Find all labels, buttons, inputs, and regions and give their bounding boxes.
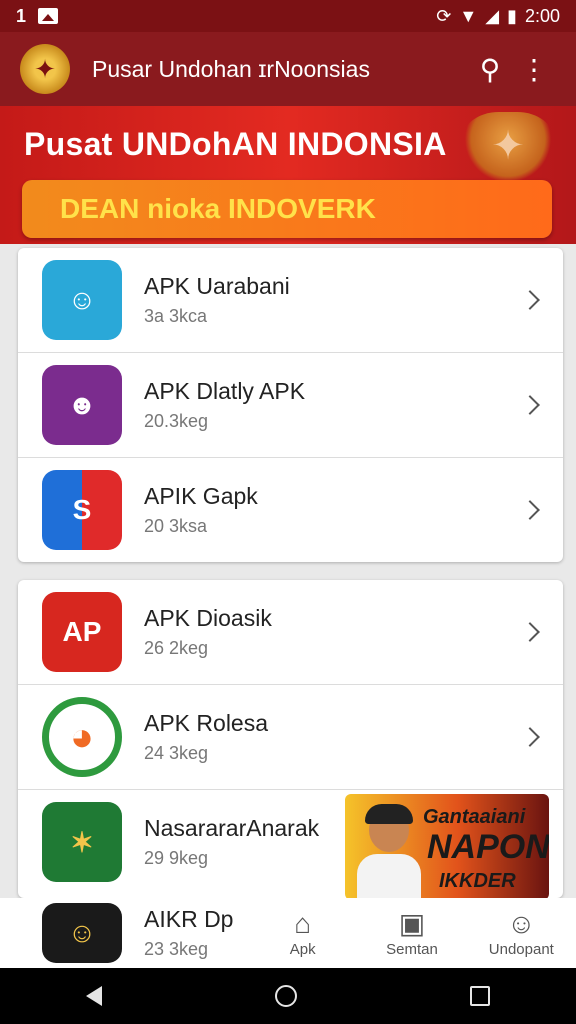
rotate-icon: ⟳ <box>436 5 452 26</box>
nav-label: Semtan <box>386 940 438 958</box>
list-item[interactable]: ◕ APK Rolesa 24 3keg <box>18 685 563 790</box>
garuda-logo: ✦ <box>20 44 70 94</box>
nav-label: Undopant <box>488 940 554 958</box>
app-name: APK Rolesa <box>144 710 269 736</box>
list-item[interactable]: AP APK Dioasik 26 2keg <box>18 580 563 685</box>
app-bar: ✦ Pusar Undohan ɪrNoonsias ⚲ ⋮ <box>0 32 576 106</box>
app-name: APK Dlatly APK <box>144 378 306 404</box>
garuda-emblem-icon: ✦ <box>462 112 554 180</box>
app-icon: ✶ <box>42 802 122 882</box>
banner-button[interactable]: DEAN nioka INDOVERK <box>22 180 552 238</box>
list-item-text: APK Uarabani 3a 3kca <box>144 273 523 327</box>
status-left: 1 <box>16 5 59 27</box>
more-vert-icon[interactable]: ⋮ <box>512 47 556 91</box>
chevron-right-icon <box>520 395 540 415</box>
ad-person-body <box>357 854 421 898</box>
list-item-text: APIK Gapk 20 3ksa <box>144 483 523 537</box>
ad-person-hair <box>365 804 413 824</box>
user-icon: ☺ <box>507 907 536 939</box>
hero-banner: Pusat UNDohAN INDONSIA ✦ DEAN nioka INDO… <box>0 106 576 244</box>
app-icon: ◕ <box>42 697 122 777</box>
app-icon: ☺ <box>42 903 122 963</box>
image-icon <box>38 8 59 24</box>
nav-label: Apk <box>289 940 316 958</box>
wifi-icon: ▼ <box>459 5 478 26</box>
recents-icon[interactable] <box>469 986 490 1006</box>
app-list-card-1: ☺ APK Uarabani 3a 3kca ☻ APK Dlatly APK … <box>18 248 563 562</box>
bag-icon: ⌂ <box>294 907 312 939</box>
app-name: APIK Gapk <box>144 483 258 509</box>
list-item[interactable]: ☻ APK Dlatly APK 20.3keg <box>18 353 563 458</box>
app-size: 20 3ksa <box>144 516 208 536</box>
search-icon[interactable]: ⚲ <box>468 47 512 91</box>
status-left-text: 1 <box>16 5 27 26</box>
app-icon: ☺ <box>42 260 122 340</box>
chevron-right-icon <box>520 500 540 520</box>
ad-person-illustration <box>351 804 425 898</box>
ad-banner[interactable]: Gantaaiani NAPON IKKDER <box>345 794 549 898</box>
list-item[interactable]: ☺ AIKR Dp 23 3keg <box>18 898 268 968</box>
app-icon: S <box>42 470 122 550</box>
battery-icon: ▮ <box>507 5 517 26</box>
nav-tab-apk[interactable]: ⌂ Apk <box>248 898 357 968</box>
app-name: APK Uarabani <box>144 273 290 299</box>
chevron-right-icon <box>520 622 540 642</box>
bottom-nav: ☺ AIKR Dp 23 3keg ⌂ Apk ▣ Semtan ☺ Undop… <box>0 898 576 968</box>
nav-tab-undopant[interactable]: ☺ Undopant <box>467 898 576 968</box>
list-item-text: APK Dioasik 26 2keg <box>144 605 523 659</box>
app-name: APK Dioasik <box>144 605 272 631</box>
store-icon: ▣ <box>398 907 426 939</box>
list-item-text: APK Rolesa 24 3keg <box>144 710 523 764</box>
app-icon: AP <box>42 592 122 672</box>
app-size: 24 3keg <box>144 743 209 763</box>
status-bar: 1 ⟳ ▼ ◢ ▮ 2:00 <box>0 0 576 32</box>
status-right: ⟳ ▼ ◢ ▮ 2:00 <box>436 6 560 27</box>
app-icon: ☻ <box>42 365 122 445</box>
ad-line-1: Gantaaiani <box>423 806 526 828</box>
ad-line-2: NAPON <box>427 828 549 866</box>
app-size: 3a 3kca <box>144 306 208 326</box>
list-item[interactable]: ✶ NasarararAnarak 29 9keg Gantaaiani NAP… <box>18 790 563 898</box>
list-item[interactable]: S APIK Gapk 20 3ksa <box>18 458 563 562</box>
chevron-right-icon <box>520 727 540 747</box>
app-list-card-2: AP APK Dioasik 26 2keg ◕ APK Rolesa 24 3… <box>18 580 563 898</box>
back-icon[interactable] <box>86 986 103 1006</box>
list-item[interactable]: ☺ APK Uarabani 3a 3kca <box>18 248 563 353</box>
banner-title: Pusat UNDohAN INDONSIA <box>24 126 447 162</box>
app-size: 20.3keg <box>144 411 209 431</box>
chevron-right-icon <box>520 290 540 310</box>
app-title: Pusar Undohan ɪrNoonsias <box>92 55 370 82</box>
nav-tabs: ⌂ Apk ▣ Semtan ☺ Undopant <box>248 898 576 968</box>
ad-line-3: IKKDER <box>439 870 516 892</box>
system-nav-bar <box>0 968 576 1024</box>
nav-tab-semtan[interactable]: ▣ Semtan <box>357 898 466 968</box>
signal-icon: ◢ <box>485 5 500 26</box>
status-time: 2:00 <box>524 5 560 26</box>
app-size: 26 2keg <box>144 638 209 658</box>
list-item-text: APK Dlatly APK 20.3keg <box>144 378 523 432</box>
home-icon[interactable] <box>274 985 297 1007</box>
